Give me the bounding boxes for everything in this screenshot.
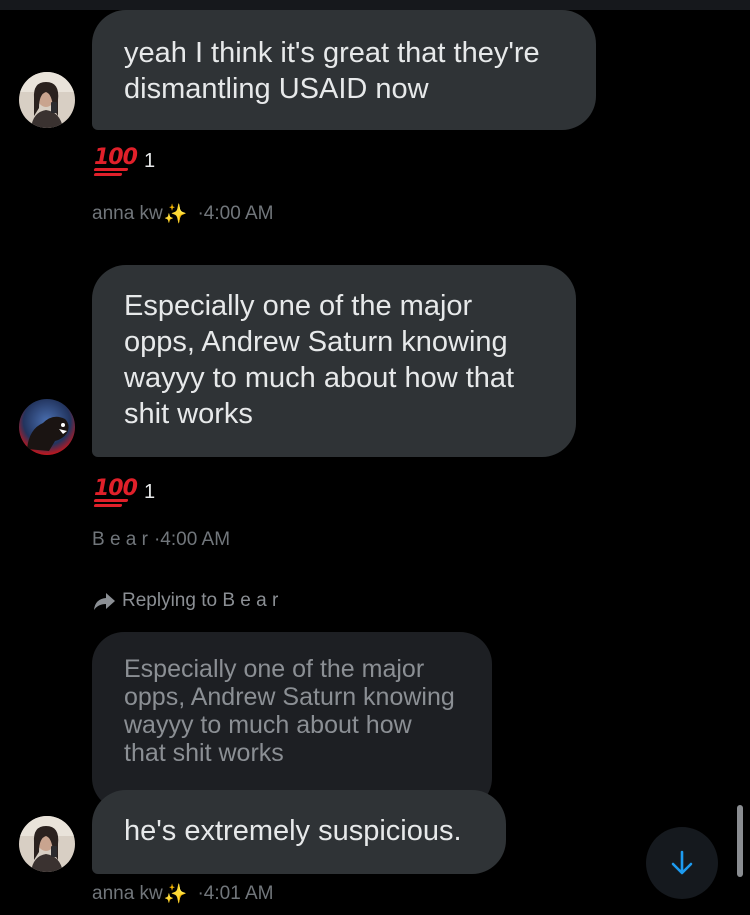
timestamp: ·4:00 AM (153, 529, 231, 550)
avatar-anna-kw[interactable] (19, 816, 75, 872)
hundred-points-emoji-icon: 100 (93, 146, 138, 176)
message-bubble[interactable]: he's extremely suspicious. (92, 790, 506, 874)
scroll-to-bottom-button[interactable] (646, 827, 718, 899)
message-bubble[interactable]: yeah I think it's great that they're dis… (92, 10, 596, 130)
message-meta: anna kw ✨ ·4:00 AM (92, 202, 276, 226)
sparkle-emoji: ✨ (163, 204, 188, 225)
message-text: yeah I think it's great that they're dis… (124, 37, 540, 105)
reaction-pill[interactable]: 100 1 (93, 146, 156, 176)
reply-label-text: Replying to B e a r (122, 590, 279, 611)
message-bubble[interactable]: Especially one of the major opps, Andrew… (92, 265, 576, 457)
reaction-count: 1 (144, 480, 156, 503)
message-meta: anna kw ✨ ·4:01 AM (92, 882, 276, 906)
quoted-message[interactable]: Especially one of the major opps, Andrew… (92, 632, 492, 810)
hundred-points-emoji-icon: 100 (93, 477, 138, 507)
timestamp: ·4:01 AM (197, 883, 274, 904)
quoted-text: Especially one of the major opps, Andrew… (124, 655, 455, 767)
reaction-pill[interactable]: 100 1 (93, 477, 156, 507)
avatar-bear[interactable] (19, 399, 75, 455)
top-bar (0, 0, 750, 10)
reply-arrow-icon (94, 593, 115, 610)
scrollbar-thumb[interactable] (737, 805, 743, 877)
sparkle-emoji: ✨ (163, 884, 188, 905)
message-text: Especially one of the major opps, Andrew… (124, 290, 515, 430)
replying-to-label: Replying to B e a r (92, 590, 278, 612)
arrow-down-icon (671, 850, 693, 875)
reaction-count: 1 (144, 149, 156, 172)
sender-name[interactable]: anna kw (92, 883, 163, 905)
sender-name[interactable]: anna kw (92, 203, 163, 225)
timestamp: ·4:00 AM (197, 203, 274, 224)
sender-name[interactable]: B e a r (92, 529, 148, 551)
message-text: he's extremely suspicious. (124, 815, 462, 847)
message-meta: B e a r ·4:00 AM (92, 529, 232, 551)
avatar-anna-kw[interactable] (19, 72, 75, 128)
